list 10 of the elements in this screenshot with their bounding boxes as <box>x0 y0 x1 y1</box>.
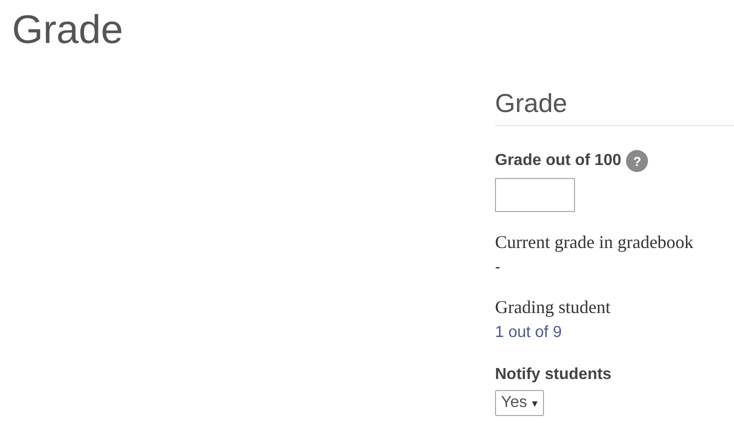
field-label: Grade out of 100 <box>495 152 622 170</box>
field-label: Current grade in gradebook <box>495 232 694 253</box>
grade-value: - <box>495 259 500 277</box>
field-label: Notify students <box>495 366 612 384</box>
section-title: Grade <box>495 88 734 126</box>
grade-input-field[interactable] <box>495 178 575 212</box>
page-title: Grade <box>12 8 124 53</box>
notify-select[interactable]: Yes ▾ <box>495 390 544 416</box>
field-label: Grading student <box>495 297 610 318</box>
student-count: 1 out of 9 <box>495 324 562 342</box>
